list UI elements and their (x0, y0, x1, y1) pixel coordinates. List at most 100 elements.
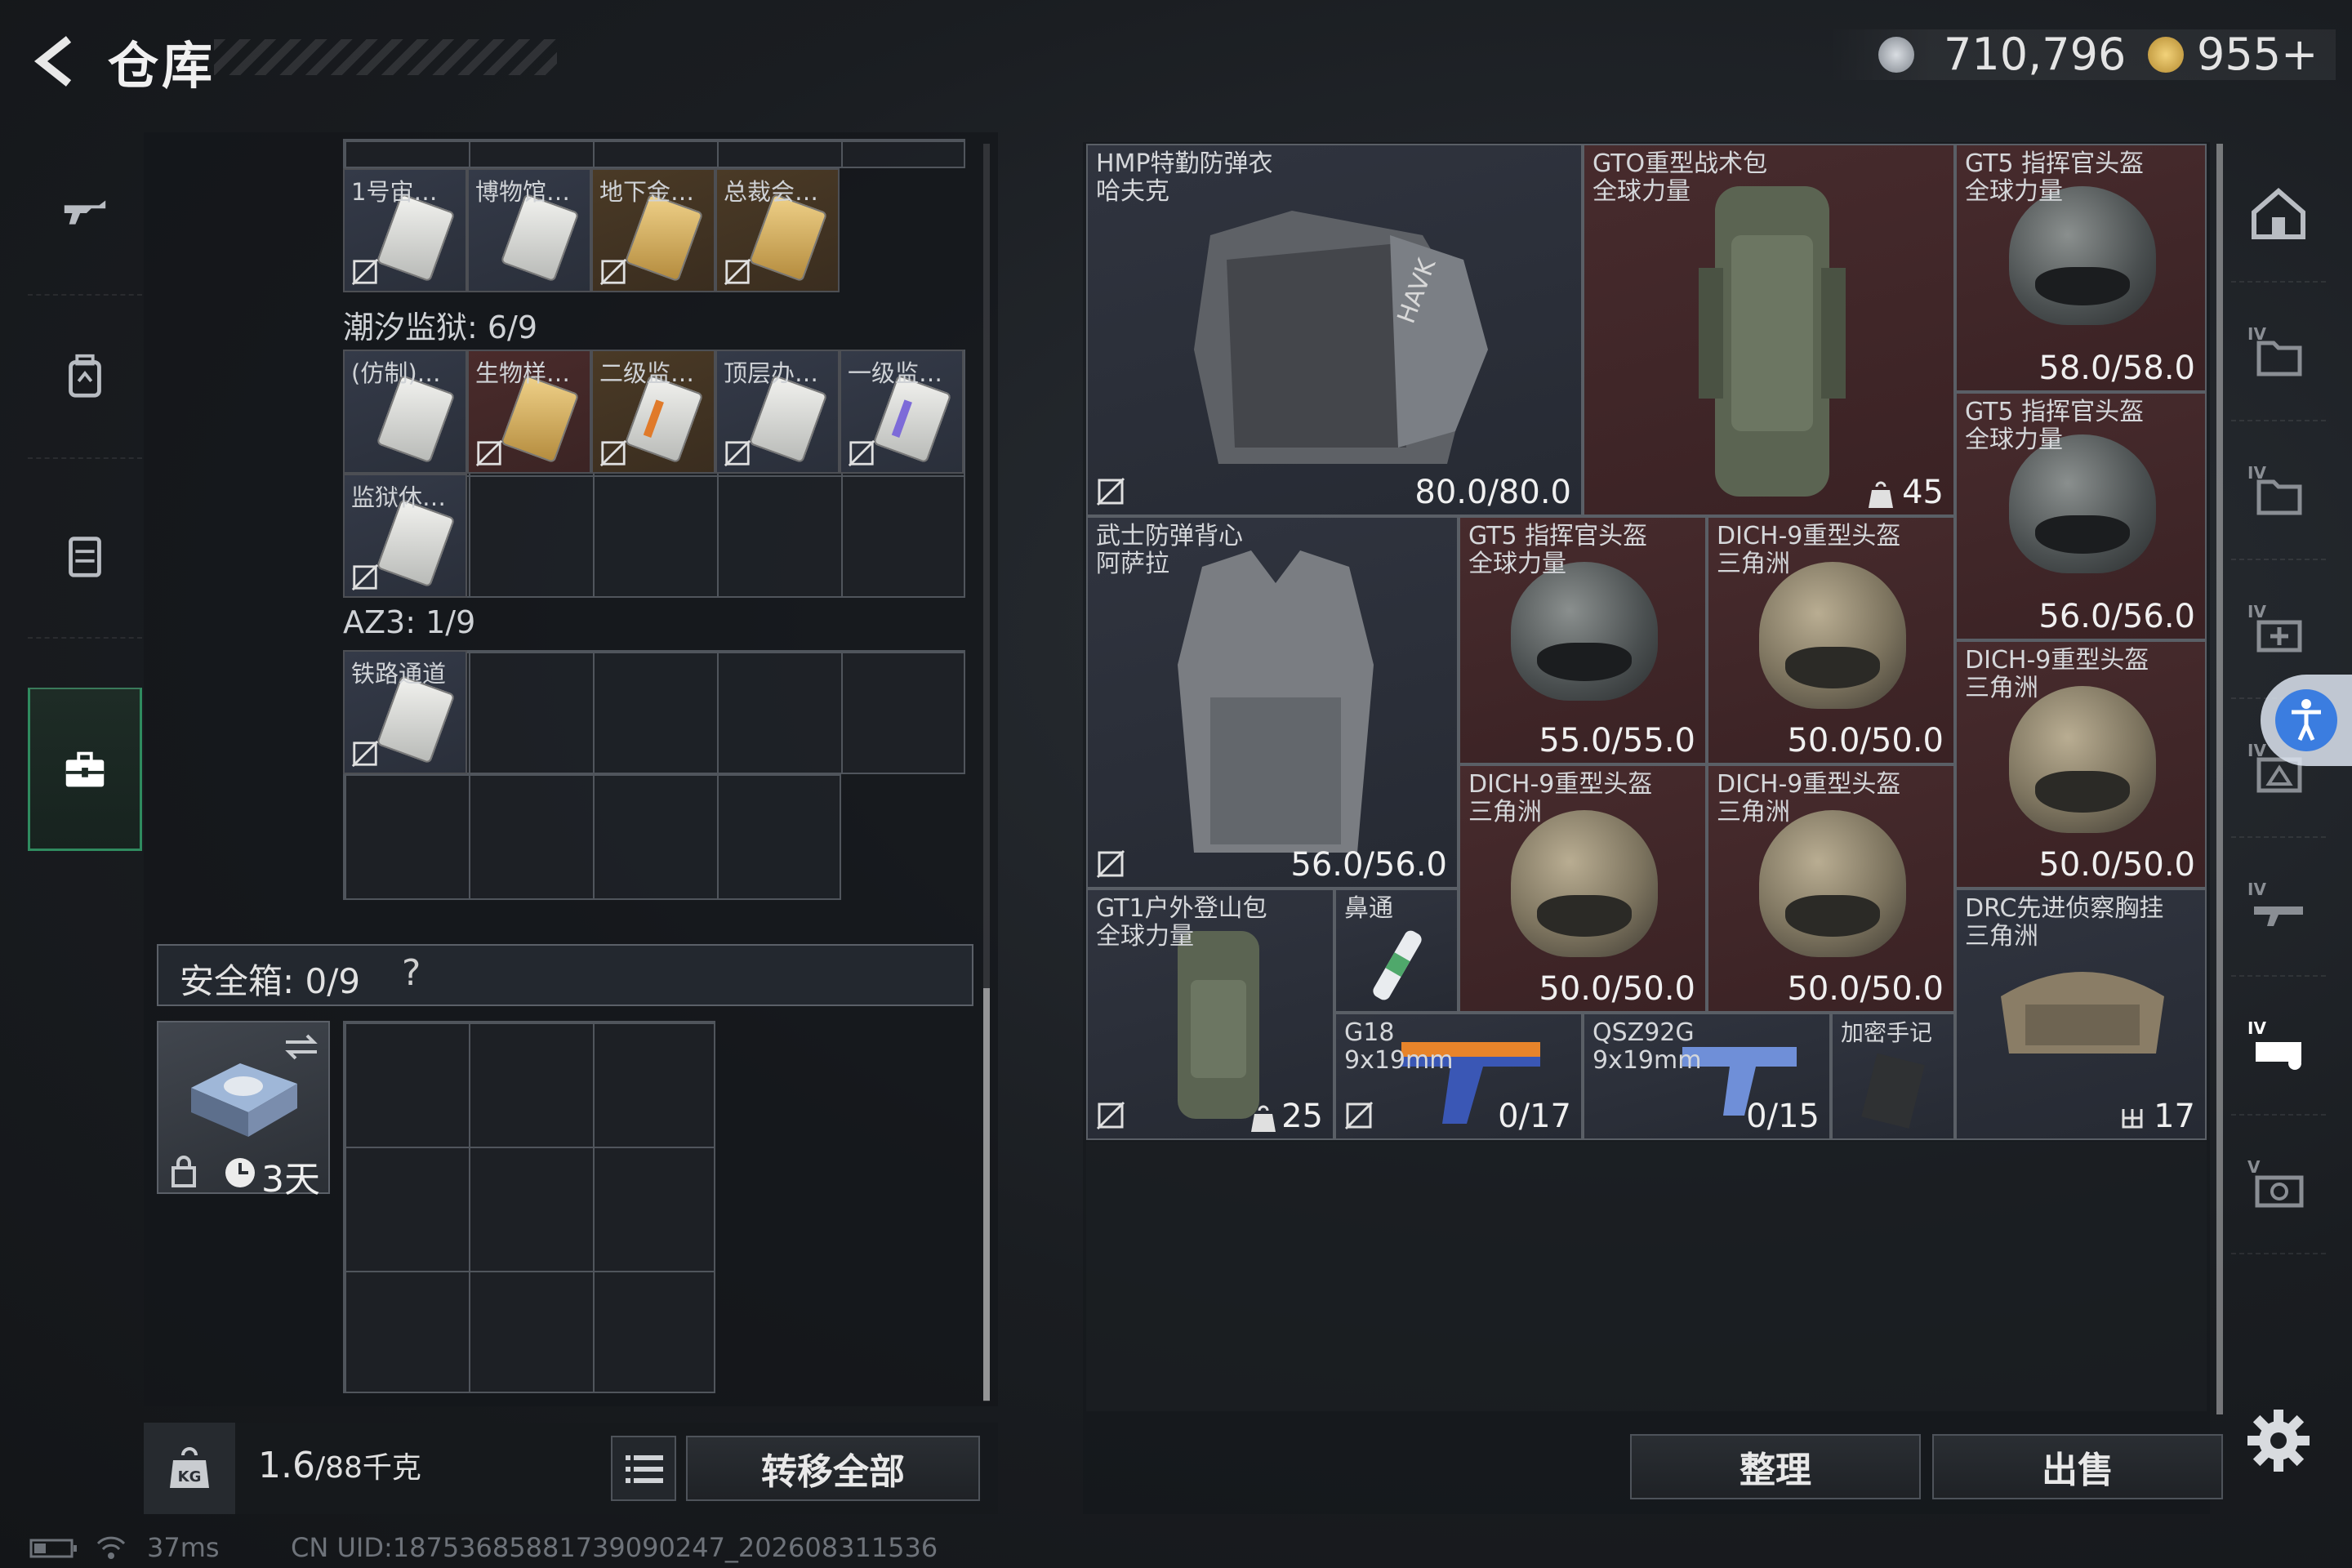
keycard-item[interactable]: 生物样… (467, 350, 591, 474)
backpack-icon (69, 354, 101, 398)
weight-lock-button[interactable]: KG (144, 1423, 235, 1514)
folder-icon: IV (2247, 463, 2302, 515)
stash-item-gt5-helmet[interactable]: GT5 指挥官头盔 全球力量 58.0/58.0 (1955, 144, 2207, 392)
stash-item-dich9-helmet[interactable]: DICH-9重型头盔 三角洲 50.0/50.0 (1459, 764, 1707, 1013)
sell-button[interactable]: 出售 (1932, 1434, 2223, 1499)
safe-box-item[interactable]: 3天 (157, 1021, 330, 1200)
stash-tab-2[interactable]: IV (2231, 283, 2326, 421)
sort-button[interactable]: 整理 (1630, 1434, 1921, 1499)
partial-row (343, 139, 965, 168)
gear-icon (2247, 1410, 2310, 1472)
keycard-item[interactable]: 总裁会… (715, 168, 840, 292)
keycard-item[interactable]: (仿制)… (343, 350, 467, 474)
body-armor-image (1178, 550, 1374, 853)
stash-item-hmp-vest[interactable]: HMP特勤防弹衣 哈夫克 HAVK 80.0/80.0 (1086, 144, 1583, 516)
stash-tab-main[interactable] (2231, 144, 2326, 283)
transfer-all-button[interactable]: 转移全部 (686, 1436, 980, 1501)
item-label: (仿制)… (351, 359, 441, 387)
keycard-item[interactable]: 铁路通道 (343, 650, 467, 774)
swap-icon[interactable] (281, 1031, 322, 1063)
wifi-icon (96, 1536, 126, 1559)
item-name: GT1户外登山包 全球力量 (1096, 894, 1267, 951)
coin-icon (1878, 37, 1914, 73)
keycard-item[interactable]: 博物馆… (467, 168, 591, 292)
item-name: 武士防弹背心 阿萨拉 (1096, 522, 1243, 578)
stash-item-dich9-helmet[interactable]: DICH-9重型头盔 三角洲 50.0/50.0 (1707, 516, 1955, 764)
item-durability: 58.0/58.0 (2038, 350, 2195, 387)
left-scrollbar-thumb[interactable] (983, 988, 990, 1401)
no-insure-icon (1096, 1101, 1125, 1130)
status-bar: 37ms CN UID:18753685881739090247_2026083… (29, 1532, 1009, 1565)
accessibility-button[interactable] (2261, 675, 2352, 766)
vehicle-icon: IV (2247, 1018, 2301, 1070)
item-ammo: 0/15 (1746, 1098, 1820, 1135)
helmet-image (2009, 686, 2156, 833)
help-button[interactable]: ? (402, 952, 421, 994)
no-insure-icon (599, 258, 627, 286)
medkit-icon: IV (2247, 602, 2302, 653)
az3-grid-row2 (343, 773, 841, 900)
safe-box-bar: 安全箱: 0/9 ? (157, 944, 973, 1006)
nav-safebox[interactable] (28, 688, 142, 851)
nav-weapons[interactable] (28, 132, 142, 296)
stash-item-gto-backpack[interactable]: GTO重型战术包 全球力量 45 (1583, 144, 1955, 516)
stash-item-samurai-vest[interactable]: 武士防弹背心 阿萨拉 56.0/56.0 (1086, 516, 1459, 889)
item-name: GTO重型战术包 全球力量 (1592, 149, 1768, 206)
list-view-button[interactable] (611, 1436, 676, 1501)
premium-coin-icon (2148, 37, 2184, 73)
back-button[interactable] (28, 33, 85, 90)
user-uid: CN UID:18753685881739090247_202608311536 (291, 1532, 938, 1563)
item-durability: 50.0/50.0 (1787, 970, 1944, 1008)
helmet-image (1511, 562, 1658, 701)
keycard-item[interactable]: 1号宙… (343, 168, 467, 292)
settings-button[interactable] (2244, 1406, 2313, 1475)
chest-rig-image (2001, 972, 2164, 1054)
stash-item-dich9-helmet[interactable]: DICH-9重型头盔 三角洲 50.0/50.0 (1707, 764, 1955, 1013)
left-nav (28, 132, 142, 872)
stash-item-qsz92g-pistol[interactable]: QSZ92G 9x19mm 0/15 (1583, 1013, 1831, 1140)
stash-empty-area (1086, 1142, 2207, 1411)
keycard-item[interactable]: 地下金… (591, 168, 715, 292)
stash-scrollbar[interactable] (2216, 144, 2223, 1414)
lock-icon (172, 1156, 196, 1187)
camera-icon: V (2247, 1157, 2304, 1208)
item-label: 一级监… (848, 359, 943, 387)
ping-value: 37ms (147, 1532, 220, 1563)
stash-item-drc-chest-rig[interactable]: DRC先进侦察胸挂 三角洲 17 (1955, 889, 2207, 1140)
keycard-item[interactable]: 二级监… (591, 350, 715, 474)
item-name: 鼻通 (1344, 894, 1393, 923)
no-insure-icon (1096, 849, 1125, 879)
stash-tab-weapons[interactable]: IV (2231, 838, 2326, 977)
keycard-item[interactable]: 顶层办… (715, 350, 840, 474)
no-insure-icon (724, 439, 751, 467)
item-durability: 50.0/50.0 (1539, 970, 1695, 1008)
stash-item-gt5-helmet[interactable]: GT5 指挥官头盔 全球力量 56.0/56.0 (1955, 392, 2207, 640)
item-durability: 50.0/50.0 (1787, 722, 1944, 760)
safe-box-label: 安全箱: 0/9 (180, 961, 361, 1001)
stash-item-encrypted-notes[interactable]: 加密手记 (1831, 1013, 1955, 1140)
keycard-item[interactable]: 一级监… (840, 350, 964, 474)
item-ammo: 0/17 (1498, 1098, 1571, 1135)
svg-text:IV: IV (2247, 463, 2266, 483)
no-insure-icon (351, 258, 379, 286)
stash-item-dich9-helmet[interactable]: DICH-9重型头盔 三角洲 50.0/50.0 (1955, 640, 2207, 889)
item-durability: 55.0/55.0 (1539, 722, 1695, 760)
no-insure-icon (351, 564, 379, 591)
item-durability: 56.0/56.0 (2038, 598, 2195, 635)
premium-balance[interactable]: 955+ (2197, 29, 2318, 80)
stash-item-gt1-backpack[interactable]: GT1户外登山包 全球力量 25 (1086, 889, 1334, 1140)
stash-tab-keys[interactable]: V (2231, 1116, 2326, 1254)
stash-item-nasal-spray[interactable]: 鼻通 (1334, 889, 1459, 1013)
stash-item-gt5-helmet[interactable]: GT5 指挥官头盔 全球力量 55.0/55.0 (1459, 516, 1707, 764)
stash-item-g18-pistol[interactable]: G18 9x19mm 0/17 (1334, 1013, 1583, 1140)
coin-balance: 710,796 (1944, 29, 2127, 80)
keycard-item[interactable]: 监狱休… (343, 474, 467, 598)
nav-rig[interactable] (28, 475, 142, 639)
item-name: HMP特勤防弹衣 哈夫克 (1096, 149, 1273, 206)
safe-box-timer: 3天 (261, 1159, 320, 1200)
item-label: 1号宙… (351, 178, 438, 206)
battery-icon (29, 1539, 77, 1558)
nav-backpack[interactable] (28, 296, 142, 459)
stash-tab-equipment[interactable]: IV (2231, 977, 2326, 1116)
stash-tab-3[interactable]: IV (2231, 421, 2326, 560)
